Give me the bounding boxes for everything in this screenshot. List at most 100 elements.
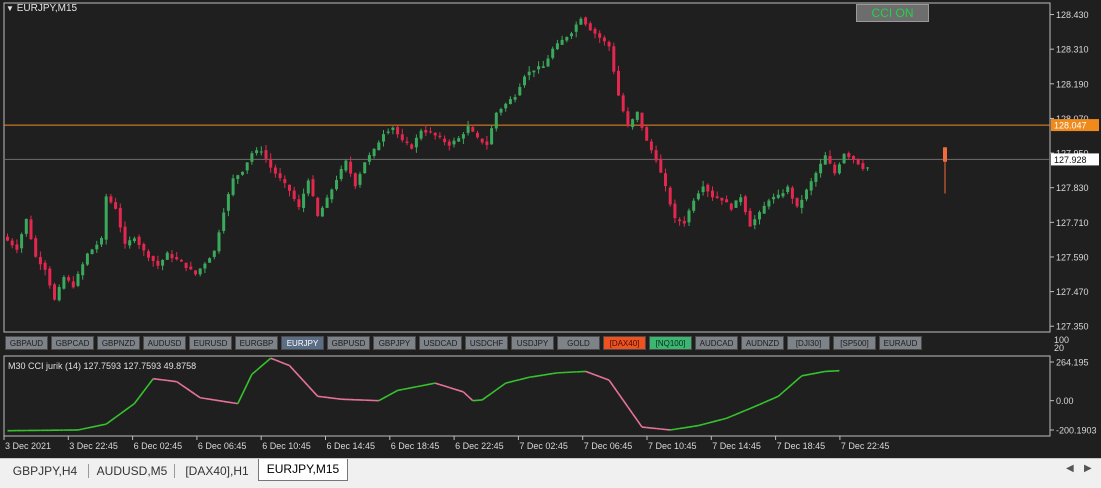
candle-body	[664, 173, 667, 186]
candle-body	[537, 66, 540, 69]
cci-line-segment	[407, 388, 412, 389]
symbol-button-euraud[interactable]: EURAUD	[879, 336, 922, 350]
cci-toggle-button[interactable]: CCI ON	[856, 4, 929, 22]
candle-body	[810, 181, 813, 190]
candle-body	[20, 234, 23, 248]
cci-line-segment	[609, 380, 614, 387]
price-chart[interactable]: 128.430128.310128.190128.070127.950127.8…	[0, 0, 1101, 334]
time-tick-label: 6 Dec 18:45	[391, 441, 440, 451]
tab-scroll-right-icon[interactable]: ▶	[1084, 463, 1092, 474]
cci-line-segment	[482, 397, 487, 400]
candle-body	[133, 238, 136, 241]
symbol-button-gbpusd[interactable]: GBPUSD	[327, 336, 370, 350]
symbol-button-eurusd[interactable]: EURUSD	[189, 336, 232, 350]
symbol-button-sp500[interactable]: [SP500]	[833, 336, 876, 350]
cci-line-segment	[144, 385, 149, 391]
cci-line-segment	[727, 416, 732, 418]
symbol-button-gold[interactable]: GOLD	[557, 336, 600, 350]
symbol-button-eurgbp[interactable]: EURGBP	[235, 336, 278, 350]
cci-line-segment	[172, 381, 177, 382]
chart-tab-bar: GBPJPY,H4 AUDUSD,M5 [DAX40],H1 EURJPY,M1…	[0, 458, 1101, 488]
price-tick-label: 128.310	[1056, 45, 1089, 55]
candle-body	[626, 111, 629, 126]
projection-body	[943, 147, 947, 161]
candle-body	[678, 219, 681, 221]
cci-line-segment	[689, 426, 694, 427]
candle-body	[227, 194, 230, 211]
cci-line-segment	[807, 374, 812, 375]
tab-audusd-m5[interactable]: AUDUSD,M5	[92, 462, 172, 480]
symbol-button-audnzd[interactable]: AUDNZD	[741, 336, 784, 350]
cci-line-segment	[708, 422, 713, 423]
cci-line-segment	[534, 376, 539, 377]
candle-body	[509, 99, 512, 104]
cci-line-segment	[698, 424, 703, 425]
symbol-button-audcad[interactable]: AUDCAD	[695, 336, 738, 350]
candle-body	[485, 142, 488, 145]
candle-body	[725, 199, 728, 202]
symbol-button-dji30[interactable]: [DJI30]	[787, 336, 830, 350]
candle-body	[763, 206, 766, 214]
cci-line-segment	[304, 381, 309, 386]
cci-line-segment	[116, 414, 121, 417]
symbol-button-dax40[interactable]: [DAX40]	[603, 336, 646, 350]
cci-line-segment	[628, 407, 633, 414]
symbol-button-usdjpy[interactable]: USDJPY	[511, 336, 554, 350]
tab-scroll-left-icon[interactable]: ◀	[1066, 463, 1074, 474]
dropdown-arrow-icon[interactable]: ▼	[6, 4, 14, 13]
candle-body	[753, 219, 756, 225]
cci-line-segment	[228, 402, 233, 403]
cci-line-segment	[675, 429, 680, 430]
candle-body	[589, 23, 592, 30]
symbol-button-gbpaud[interactable]: GBPAUD	[5, 336, 48, 350]
candle-body	[655, 150, 658, 160]
cci-line-segment	[553, 373, 558, 374]
cci-line-segment	[736, 412, 741, 414]
cci-line-segment	[440, 385, 445, 386]
cci-line-segment	[224, 401, 229, 402]
cci-line-segment	[266, 358, 271, 362]
tab-gbpjpy-h4[interactable]: GBPJPY,H4	[4, 462, 86, 480]
candle-body	[175, 257, 178, 259]
symbol-button-audusd[interactable]: AUDUSD	[143, 336, 186, 350]
tab-dax40-h1[interactable]: [DAX40],H1	[178, 462, 256, 480]
cci-line-segment	[600, 377, 605, 379]
symbol-button-eurjpy[interactable]: EURJPY	[281, 336, 324, 350]
candle-body	[396, 127, 399, 134]
cci-line-segment	[205, 398, 210, 399]
symbol-button-gbpcad[interactable]: GBPCAD	[51, 336, 94, 350]
cci-line-segment	[167, 380, 172, 381]
symbol-button-gbpnzd[interactable]: GBPNZD	[97, 336, 140, 350]
chart-title-text: EURJPY,M15	[17, 3, 77, 14]
candle-body	[194, 270, 197, 274]
cci-line-segment	[745, 408, 750, 410]
symbol-button-gbpjpy[interactable]: GBPJPY	[373, 336, 416, 350]
candle-body	[645, 127, 648, 141]
symbol-button-usdchf[interactable]: USDCHF	[465, 336, 508, 350]
candle-body	[30, 219, 33, 239]
cci-line-segment	[261, 362, 266, 366]
candle-body	[420, 131, 423, 139]
candle-body	[847, 153, 850, 157]
candle-body	[241, 172, 244, 175]
candle-body	[410, 144, 413, 148]
candle-body	[814, 173, 817, 182]
cci-line-segment	[435, 383, 440, 384]
candle-body	[598, 33, 601, 37]
symbol-button-nq100[interactable]: [NQ100]	[649, 336, 692, 350]
candle-body	[429, 131, 432, 132]
cci-indicator-panel[interactable]: M30 CCI jurik (14) 127.7593 127.7593 49.…	[0, 354, 1101, 458]
candle-body	[570, 33, 573, 36]
candle-body	[62, 277, 65, 289]
candle-body	[391, 128, 394, 130]
candle-body	[749, 211, 752, 227]
tab-eurjpy-m15[interactable]: EURJPY,M15	[258, 459, 348, 481]
symbol-button-usdcad[interactable]: USDCAD	[419, 336, 462, 350]
candle-body	[438, 136, 441, 137]
cci-line-segment	[275, 360, 280, 362]
cci-line-segment	[515, 380, 520, 381]
cci-indicator-label: M30 CCI jurik (14) 127.7593 127.7593 49.…	[8, 361, 196, 371]
time-tick-label: 6 Dec 06:45	[198, 441, 247, 451]
candle-body	[673, 204, 676, 218]
candle-body	[467, 126, 470, 133]
